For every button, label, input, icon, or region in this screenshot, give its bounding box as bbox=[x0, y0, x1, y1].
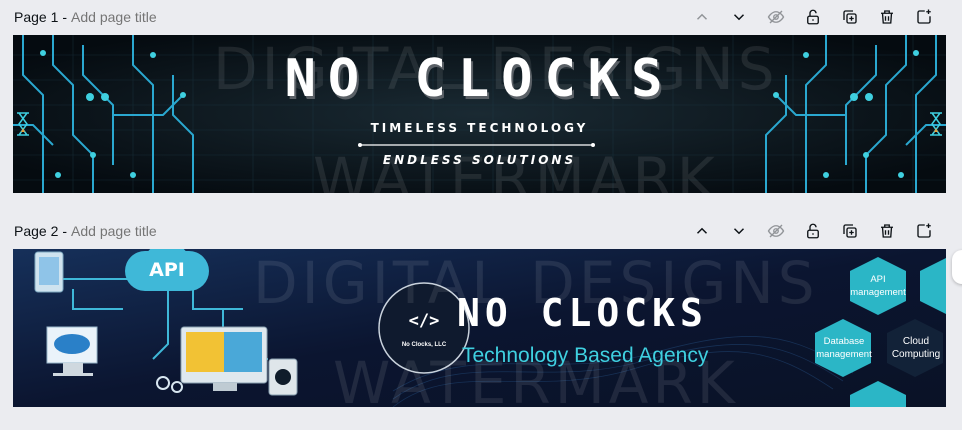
eye-off-icon bbox=[767, 10, 784, 24]
banner-2-subheadline: Technology Based Agency bbox=[462, 344, 709, 367]
hex-label-api-management: API management bbox=[850, 274, 906, 298]
chevron-down-icon bbox=[733, 228, 744, 235]
trash-icon bbox=[880, 10, 893, 24]
page-1-canvas[interactable]: DIGITAL DESIGNS WATERMARK NO CLOCKS TIME… bbox=[13, 35, 946, 193]
page-2-canvas[interactable]: DIGITAL DESIGNS WATERMARK API </> No Clo… bbox=[13, 249, 946, 407]
move-page-down-button[interactable] bbox=[720, 219, 757, 243]
duplicate-page-button[interactable] bbox=[831, 219, 868, 243]
move-page-up-button[interactable] bbox=[683, 219, 720, 243]
duplicate-page-button[interactable] bbox=[831, 5, 868, 29]
page-2-title-input[interactable] bbox=[71, 223, 272, 239]
duplicate-icon bbox=[842, 10, 857, 24]
hide-page-button[interactable] bbox=[757, 219, 794, 243]
chevron-up-icon bbox=[696, 13, 707, 20]
banner-1-headline: NO CLOCKS bbox=[284, 49, 675, 109]
banner-2-headline: NO CLOCKS bbox=[457, 291, 708, 335]
page-1-label: Page 1 bbox=[14, 9, 59, 25]
page-2-label: Page 2 bbox=[14, 223, 59, 239]
add-page-icon bbox=[916, 9, 931, 24]
lock-open-icon bbox=[806, 223, 819, 239]
banner-1-tagline-top: TIMELESS TECHNOLOGY bbox=[370, 121, 589, 135]
hex-label-database-management: Database management bbox=[816, 336, 872, 360]
chevron-up-icon bbox=[696, 227, 707, 234]
chevron-down-icon bbox=[733, 14, 744, 21]
move-page-up-button[interactable] bbox=[683, 5, 720, 29]
monitor-icon bbox=[180, 326, 268, 391]
logo-caption: No Clocks, LLC bbox=[401, 342, 447, 348]
logo-symbol: </> bbox=[408, 311, 440, 331]
side-panel-handle[interactable] bbox=[952, 250, 962, 284]
banner-1-tagline-bottom: ENDLESS SOLUTIONS bbox=[382, 153, 577, 167]
page-1-toolbar bbox=[683, 5, 942, 29]
move-page-down-button[interactable] bbox=[720, 5, 757, 29]
hex-label-cloud-computing: Cloud Computing bbox=[891, 336, 941, 360]
duplicate-icon bbox=[842, 224, 857, 238]
trash-icon bbox=[880, 224, 893, 238]
add-page-button[interactable] bbox=[905, 219, 942, 243]
phone-icon bbox=[34, 251, 64, 293]
page-1-header: Page 1 - bbox=[14, 5, 948, 29]
api-cloud-label: API bbox=[149, 259, 185, 281]
page-2-separator: - bbox=[62, 223, 68, 239]
delete-page-button[interactable] bbox=[868, 219, 905, 243]
lock-open-icon bbox=[806, 9, 819, 25]
lock-page-button[interactable] bbox=[794, 219, 831, 243]
page-2-toolbar bbox=[683, 219, 942, 243]
delete-page-button[interactable] bbox=[868, 5, 905, 29]
page-1-separator: - bbox=[62, 9, 68, 25]
lock-page-button[interactable] bbox=[794, 5, 831, 29]
add-page-button[interactable] bbox=[905, 5, 942, 29]
eye-off-icon bbox=[767, 224, 784, 238]
add-page-icon bbox=[916, 223, 931, 238]
speaker-icon bbox=[268, 358, 298, 396]
page-2-header: Page 2 - bbox=[14, 219, 948, 243]
hide-page-button[interactable] bbox=[757, 5, 794, 29]
page-1-title-input[interactable] bbox=[71, 9, 272, 25]
